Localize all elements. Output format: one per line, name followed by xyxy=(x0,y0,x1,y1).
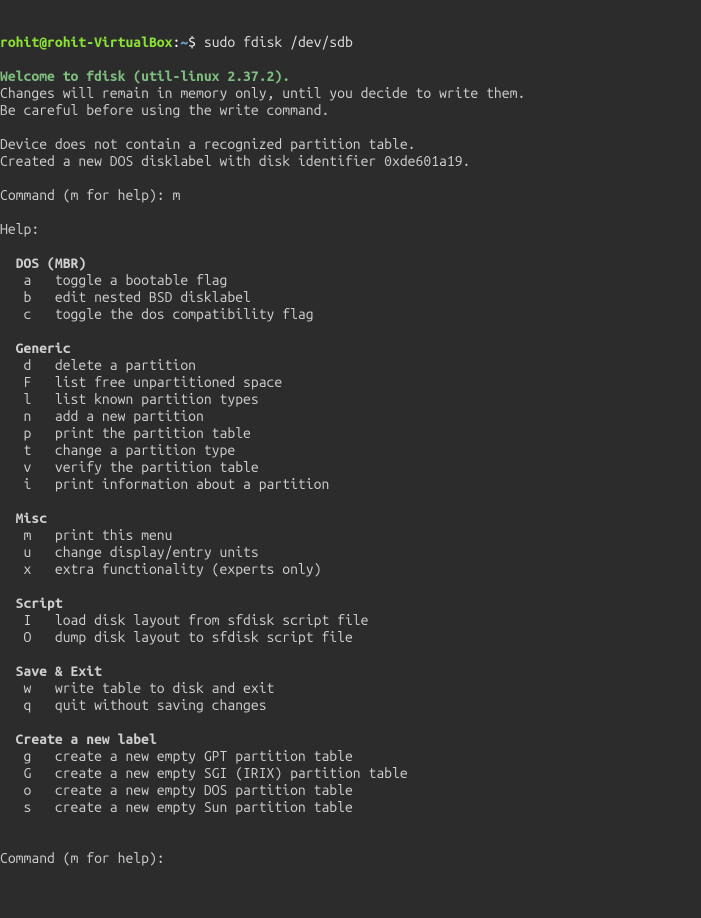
command-text: sudo fdisk /dev/sdb xyxy=(204,34,353,50)
prompt-path: ~ xyxy=(180,34,188,50)
section-title-misc: Misc xyxy=(0,510,47,526)
help-item: O dump disk layout to sfdisk script file xyxy=(0,629,353,645)
help-header: Help: xyxy=(0,221,39,237)
help-item: l list known partition types xyxy=(0,391,259,407)
help-item: q quit without saving changes xyxy=(0,697,267,713)
help-item: w write table to disk and exit xyxy=(0,680,274,696)
section-title-create-label: Create a new label xyxy=(0,731,157,747)
section-title-save-exit: Save & Exit xyxy=(0,663,102,679)
help-item: g create a new empty GPT partition table xyxy=(0,748,353,764)
help-item: b edit nested BSD disklabel xyxy=(0,289,251,305)
info-line-1: Changes will remain in memory only, unti… xyxy=(0,85,525,101)
help-item: p print the partition table xyxy=(0,425,251,441)
section-title-generic: Generic xyxy=(0,340,71,356)
help-item: t change a partition type xyxy=(0,442,235,458)
help-item: d delete a partition xyxy=(0,357,196,373)
info-line-4: Created a new DOS disklabel with disk id… xyxy=(0,153,470,169)
help-item: x extra functionality (experts only) xyxy=(0,561,321,577)
prompt-user-host: rohit@rohit-VirtualBox xyxy=(0,34,172,50)
help-item: i print information about a partition xyxy=(0,476,329,492)
help-item: F list free unpartitioned space xyxy=(0,374,282,390)
welcome-line: Welcome to fdisk (util-linux 2.37.2). xyxy=(0,68,290,84)
info-line-2: Be careful before using the write comman… xyxy=(0,102,329,118)
help-item: a toggle a bootable flag xyxy=(0,272,227,288)
help-item: c toggle the dos compatibility flag xyxy=(0,306,314,322)
help-item: s create a new empty Sun partition table xyxy=(0,799,353,815)
command-prompt-1: Command (m for help): m xyxy=(0,187,180,203)
help-item: I load disk layout from sfdisk script fi… xyxy=(0,612,368,628)
help-item: u change display/entry units xyxy=(0,544,259,560)
help-item: o create a new empty DOS partition table xyxy=(0,782,353,798)
section-title-script: Script xyxy=(0,595,63,611)
section-title-dos: DOS (MBR) xyxy=(0,255,86,271)
prompt-sep2: $ xyxy=(188,34,204,50)
help-item: v verify the partition table xyxy=(0,459,259,475)
info-line-3: Device does not contain a recognized par… xyxy=(0,136,416,152)
help-item: n add a new partition xyxy=(0,408,204,424)
command-prompt-2[interactable]: Command (m for help): xyxy=(0,850,172,866)
help-item: G create a new empty SGI (IRIX) partitio… xyxy=(0,765,408,781)
help-item: m print this menu xyxy=(0,527,172,543)
terminal[interactable]: rohit@rohit-VirtualBox:~$ sudo fdisk /de… xyxy=(0,34,701,867)
